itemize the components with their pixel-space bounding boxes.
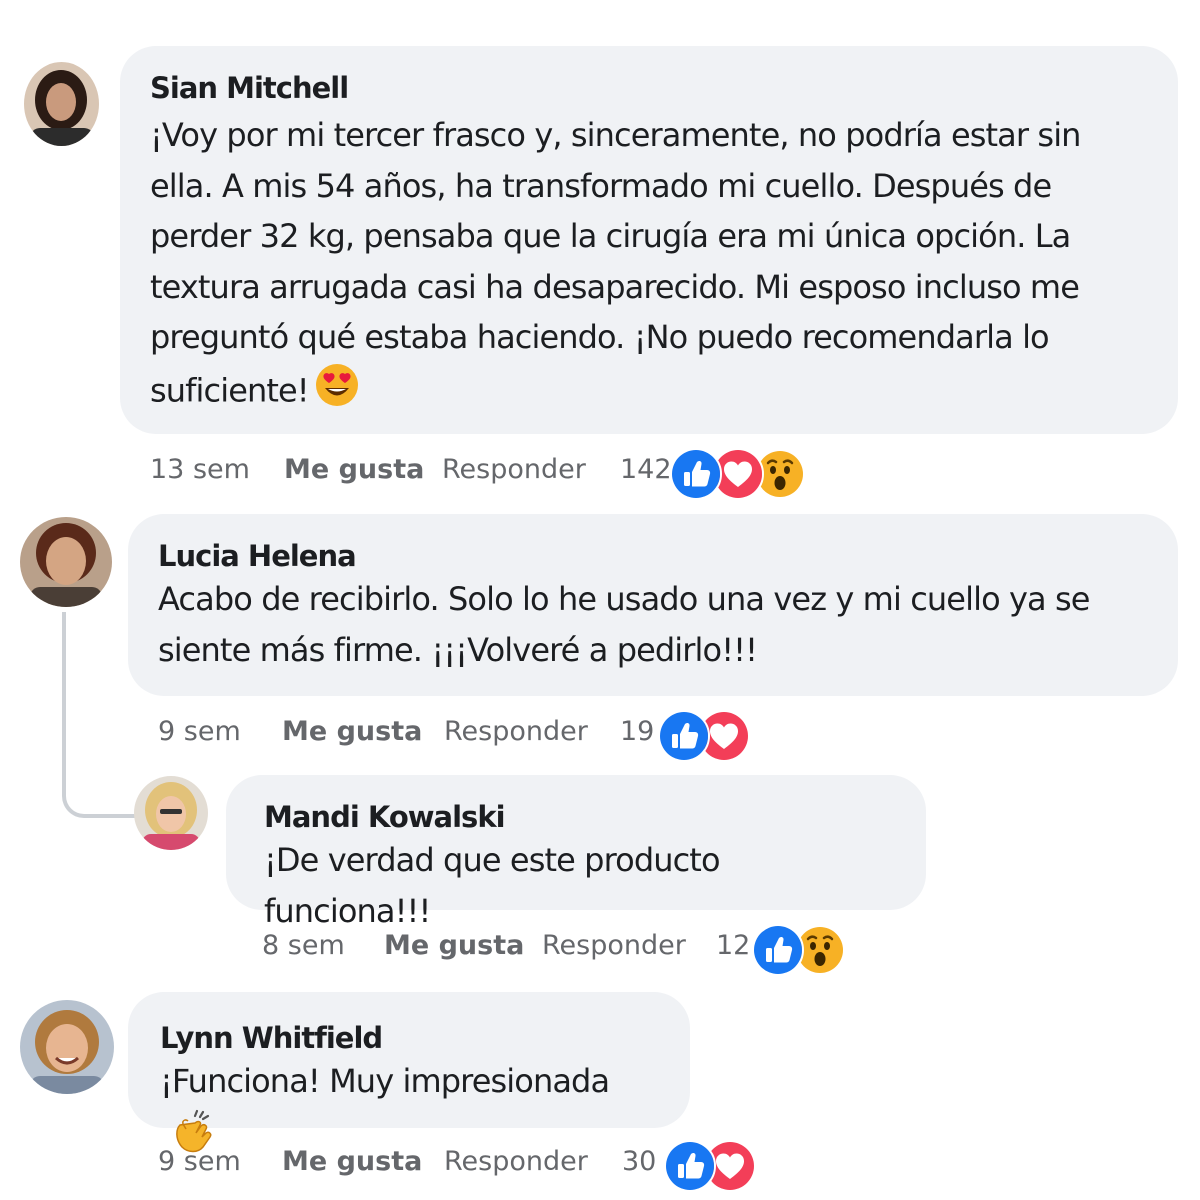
- avatar-lynn-whitfield-icon: [20, 1000, 114, 1094]
- comment-actions: 13 sem Me gusta Responder 142: [150, 448, 850, 500]
- avatar-sian-mitchell-icon: [24, 62, 99, 146]
- like-reaction-icon: [670, 448, 722, 500]
- comment-text: ¡De verdad que este producto funciona!!!: [264, 841, 721, 930]
- like-reaction-icon: [664, 1140, 716, 1192]
- comment-author[interactable]: Lynn Whitfield: [160, 1020, 658, 1056]
- comment-author[interactable]: Sian Mitchell: [150, 70, 1148, 106]
- comment-bubble: Sian Mitchell ¡Voy por mi tercer frasco …: [120, 46, 1178, 434]
- like-button[interactable]: Me gusta: [384, 930, 524, 961]
- avatar-lucia-helena-icon: [20, 517, 112, 607]
- like-button[interactable]: Me gusta: [282, 716, 422, 747]
- like-reaction-icon: [658, 710, 710, 762]
- avatar[interactable]: [24, 62, 99, 146]
- comment-actions: 9 sem Me gusta Responder 19: [158, 710, 798, 762]
- comment-author[interactable]: Mandi Kowalski: [264, 799, 888, 835]
- avatar-mandi-kowalski-icon: [134, 776, 208, 850]
- reply-button[interactable]: Responder: [442, 454, 586, 485]
- comment-bubble: Mandi Kowalski ¡De verdad que este produ…: [226, 775, 926, 930]
- timestamp[interactable]: 8 sem: [262, 930, 345, 961]
- timestamp[interactable]: 13 sem: [150, 454, 250, 485]
- comment-author[interactable]: Lucia Helena: [158, 538, 1148, 574]
- like-reaction-icon: [752, 924, 804, 976]
- avatar[interactable]: [20, 1000, 114, 1094]
- like-button[interactable]: Me gusta: [284, 454, 424, 485]
- timestamp[interactable]: 9 sem: [158, 1146, 241, 1177]
- reaction-count: 30: [622, 1146, 657, 1177]
- avatar[interactable]: [20, 517, 112, 607]
- timestamp[interactable]: 9 sem: [158, 716, 241, 747]
- reaction-count: 19: [620, 716, 655, 747]
- comment-bubble: Lucia Helena Acabo de recibirlo. Solo lo…: [128, 514, 1178, 696]
- avatar[interactable]: [134, 776, 208, 850]
- reply-thread-line: [62, 612, 137, 818]
- like-button[interactable]: Me gusta: [282, 1146, 422, 1177]
- reaction-count: 12: [716, 930, 751, 961]
- reply-button[interactable]: Responder: [444, 1146, 588, 1177]
- reaction-count: 142: [620, 454, 672, 485]
- heart-eyes-emoji-icon: [315, 363, 359, 422]
- comment-bubble: Lynn Whitfield ¡Funciona! Muy impresiona…: [128, 992, 690, 1152]
- comment-actions: 8 sem Me gusta Responder 12: [262, 924, 882, 976]
- reply-button[interactable]: Responder: [542, 930, 686, 961]
- comment-actions: 9 sem Me gusta Responder 30: [158, 1140, 798, 1192]
- comment-text: ¡Voy por mi tercer frasco y, sincerament…: [150, 110, 1148, 421]
- reply-button[interactable]: Responder: [444, 716, 588, 747]
- comment-text: Acabo de recibirlo. Solo lo he usado una…: [158, 580, 1090, 669]
